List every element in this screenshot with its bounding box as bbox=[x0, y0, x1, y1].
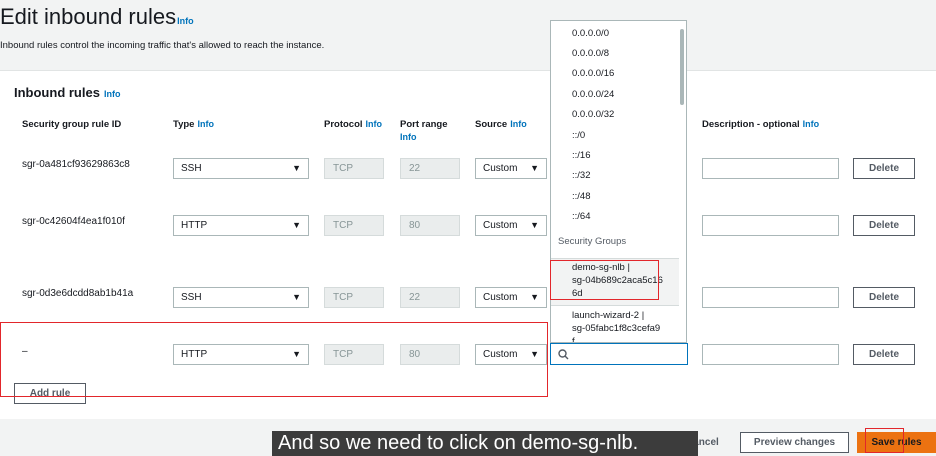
type-select[interactable]: SSH ▼ bbox=[173, 287, 309, 308]
type-select[interactable]: HTTP ▼ bbox=[173, 215, 309, 236]
annotation-highlight-box bbox=[865, 428, 904, 453]
source-select[interactable]: Custom ▼ bbox=[475, 287, 547, 308]
dropdown-option[interactable]: 0.0.0.0/16 bbox=[572, 68, 614, 79]
col-description: Description - optional Info bbox=[702, 119, 820, 130]
delete-button[interactable]: Delete bbox=[853, 344, 915, 365]
delete-button[interactable]: Delete bbox=[853, 287, 915, 308]
video-caption: And so we need to click on demo-sg-nlb. bbox=[272, 431, 698, 456]
description-input[interactable] bbox=[702, 215, 839, 236]
type-info-link[interactable]: Info bbox=[197, 119, 214, 129]
col-source: Source Info bbox=[475, 119, 527, 130]
caret-down-icon: ▼ bbox=[292, 220, 301, 230]
delete-button[interactable]: Delete bbox=[853, 158, 915, 179]
panel-info-link[interactable]: Info bbox=[104, 89, 121, 99]
caret-down-icon: ▼ bbox=[292, 292, 301, 302]
source-search-input[interactable] bbox=[550, 343, 688, 365]
description-input[interactable] bbox=[702, 158, 839, 179]
protocol-info-link[interactable]: Info bbox=[366, 119, 383, 129]
preview-changes-button[interactable]: Preview changes bbox=[740, 432, 849, 453]
col-port-range: Port range Info bbox=[400, 119, 448, 142]
delete-button[interactable]: Delete bbox=[853, 215, 915, 236]
source-info-link[interactable]: Info bbox=[510, 119, 527, 129]
dropdown-option[interactable]: ::/32 bbox=[572, 170, 591, 181]
title-info-link[interactable]: Info bbox=[177, 16, 194, 26]
dropdown-option[interactable]: 0.0.0.0/32 bbox=[572, 109, 614, 120]
description-info-link[interactable]: Info bbox=[803, 119, 820, 129]
dropdown-option[interactable]: 0.0.0.0/24 bbox=[572, 89, 614, 100]
port-range-field: 22 bbox=[400, 158, 460, 179]
source-select[interactable]: Custom ▼ bbox=[475, 215, 547, 236]
protocol-field: TCP bbox=[324, 215, 384, 236]
description-input[interactable] bbox=[702, 344, 839, 365]
caret-down-icon: ▼ bbox=[530, 220, 539, 230]
dropdown-option[interactable]: ::/16 bbox=[572, 150, 591, 161]
caret-down-icon: ▼ bbox=[530, 163, 539, 173]
dropdown-option[interactable]: 0.0.0.0/8 bbox=[572, 48, 609, 59]
col-type: Type Info bbox=[173, 119, 214, 130]
protocol-field: TCP bbox=[324, 287, 384, 308]
port-info-link[interactable]: Info bbox=[400, 132, 417, 142]
dropdown-option-launch-wizard-2[interactable]: launch-wizard-2 | sg-05fabc1f8c3cefa9 f bbox=[572, 309, 682, 342]
search-icon bbox=[558, 349, 569, 360]
type-select[interactable]: SSH ▼ bbox=[173, 158, 309, 179]
source-select[interactable]: Custom ▼ bbox=[475, 158, 547, 179]
annotation-highlight-box bbox=[550, 260, 659, 300]
description-input[interactable] bbox=[702, 287, 839, 308]
dropdown-group-label: Security Groups bbox=[558, 236, 627, 247]
annotation-highlight-box bbox=[0, 322, 548, 397]
dropdown-option[interactable]: ::/64 bbox=[572, 211, 591, 222]
caret-down-icon: ▼ bbox=[530, 292, 539, 302]
protocol-field: TCP bbox=[324, 158, 384, 179]
dropdown-option[interactable]: 0.0.0.0/0 bbox=[572, 28, 609, 39]
rule-id: sgr-0a481cf93629863c8 bbox=[22, 159, 130, 170]
dropdown-scrollbar-thumb[interactable] bbox=[680, 29, 684, 105]
col-rule-id: Security group rule ID bbox=[22, 119, 122, 130]
dropdown-option[interactable]: ::/0 bbox=[572, 130, 585, 141]
dropdown-option[interactable]: ::/48 bbox=[572, 191, 591, 202]
caret-down-icon: ▼ bbox=[292, 163, 301, 173]
page-title: Edit inbound rulesInfo bbox=[0, 4, 194, 29]
page-subtitle: Inbound rules control the incoming traff… bbox=[0, 40, 325, 51]
port-range-field: 80 bbox=[400, 215, 460, 236]
panel-title: Inbound rules Info bbox=[14, 85, 121, 100]
port-range-field: 22 bbox=[400, 287, 460, 308]
rule-id: sgr-0c42604f4ea1f010f bbox=[22, 216, 125, 227]
col-protocol: Protocol Info bbox=[324, 119, 383, 130]
rule-id: sgr-0d3e6dcdd8ab1b41a bbox=[22, 288, 134, 299]
